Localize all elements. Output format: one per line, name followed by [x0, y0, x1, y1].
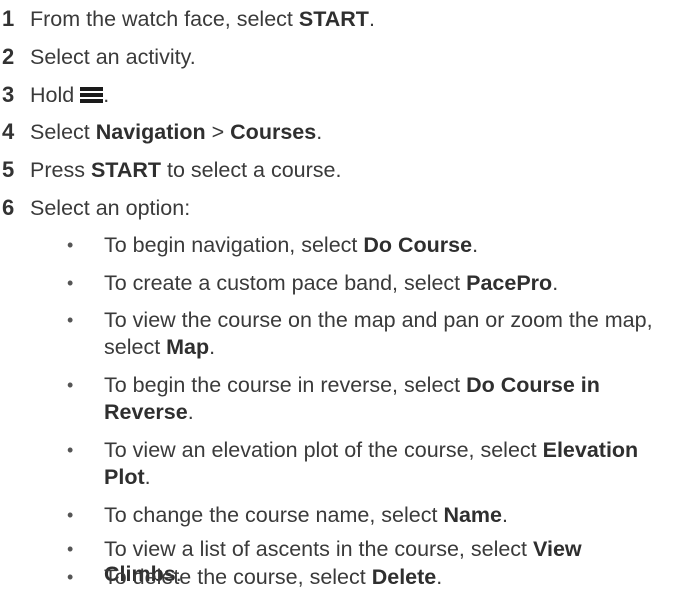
- step-text-part: >: [205, 120, 231, 144]
- bullet-icon: •: [67, 567, 74, 587]
- bullet-icon: •: [67, 539, 74, 559]
- bullet-icon: •: [67, 375, 74, 395]
- step-bold-term: START: [298, 7, 369, 31]
- step-number: 5: [2, 157, 15, 182]
- step-text: From the watch face, select START.: [30, 6, 689, 33]
- step-text-part: .: [368, 7, 375, 31]
- option-text-continued: Plot.: [104, 465, 151, 489]
- step-text: Select an option:: [30, 196, 191, 220]
- step-bold-term: Navigation: [95, 120, 206, 144]
- step-3: 3 Hold.: [0, 81, 689, 109]
- step-text-part: Select: [30, 120, 96, 144]
- step-bold-term: Courses: [230, 120, 317, 144]
- step-number: 3: [2, 82, 15, 107]
- step-number: 1: [2, 6, 15, 31]
- step-text: Select Navigation > Courses.: [30, 119, 689, 146]
- step-bold-term: START: [90, 158, 162, 182]
- bullet-icon: •: [67, 310, 74, 330]
- option-text: To begin navigation, select Do Course.: [104, 233, 479, 257]
- step-2: 2 Select an activity.: [0, 43, 689, 71]
- step-number: 6: [2, 195, 15, 220]
- step-number: 2: [2, 44, 15, 69]
- bullet-icon: •: [67, 273, 74, 293]
- step-4: 4 Select Navigation > Courses.: [0, 118, 689, 146]
- bullet-icon: •: [67, 505, 74, 525]
- instructions-page: 1 From the watch face, select START. 2 S…: [0, 0, 689, 591]
- step-6: 6 Select an option:: [0, 194, 689, 222]
- option-text: To delete the course, select Delete.: [104, 565, 443, 589]
- step-text: Press START to select a course.: [30, 157, 689, 184]
- step-text: Select an activity.: [30, 45, 196, 69]
- step-text-part: to select a course.: [161, 158, 342, 182]
- option-text-continued: select Map.: [104, 335, 216, 359]
- option-text: To view the course on the map and pan or…: [104, 308, 653, 332]
- step-text-part: .: [316, 120, 323, 144]
- option-text: To view a list of ascents in the course,…: [104, 537, 582, 561]
- step-text-part: Press: [30, 158, 91, 182]
- option-text: To create a custom pace band, select Pac…: [104, 271, 559, 295]
- step-number: 4: [2, 119, 15, 144]
- option-delete: • To delete the course, select Delete.: [67, 564, 677, 591]
- step-text-part: .: [103, 83, 110, 107]
- step-text-part: Hold: [30, 83, 75, 107]
- menu-icon: [80, 87, 104, 103]
- step-1: 1 From the watch face, select START.: [0, 5, 689, 33]
- option-text: To change the course name, select Name.: [104, 503, 508, 527]
- step-text: Hold.: [30, 82, 689, 109]
- bullet-icon: •: [67, 235, 74, 255]
- step-5: 5 Press START to select a course.: [0, 156, 689, 184]
- option-text-continued: Reverse.: [104, 400, 194, 424]
- step-text-part: From the watch face, select: [30, 7, 299, 31]
- bullet-icon: •: [67, 440, 74, 460]
- option-text: To view an elevation plot of the course,…: [104, 438, 639, 462]
- option-text: To begin the course in reverse, select D…: [104, 373, 600, 397]
